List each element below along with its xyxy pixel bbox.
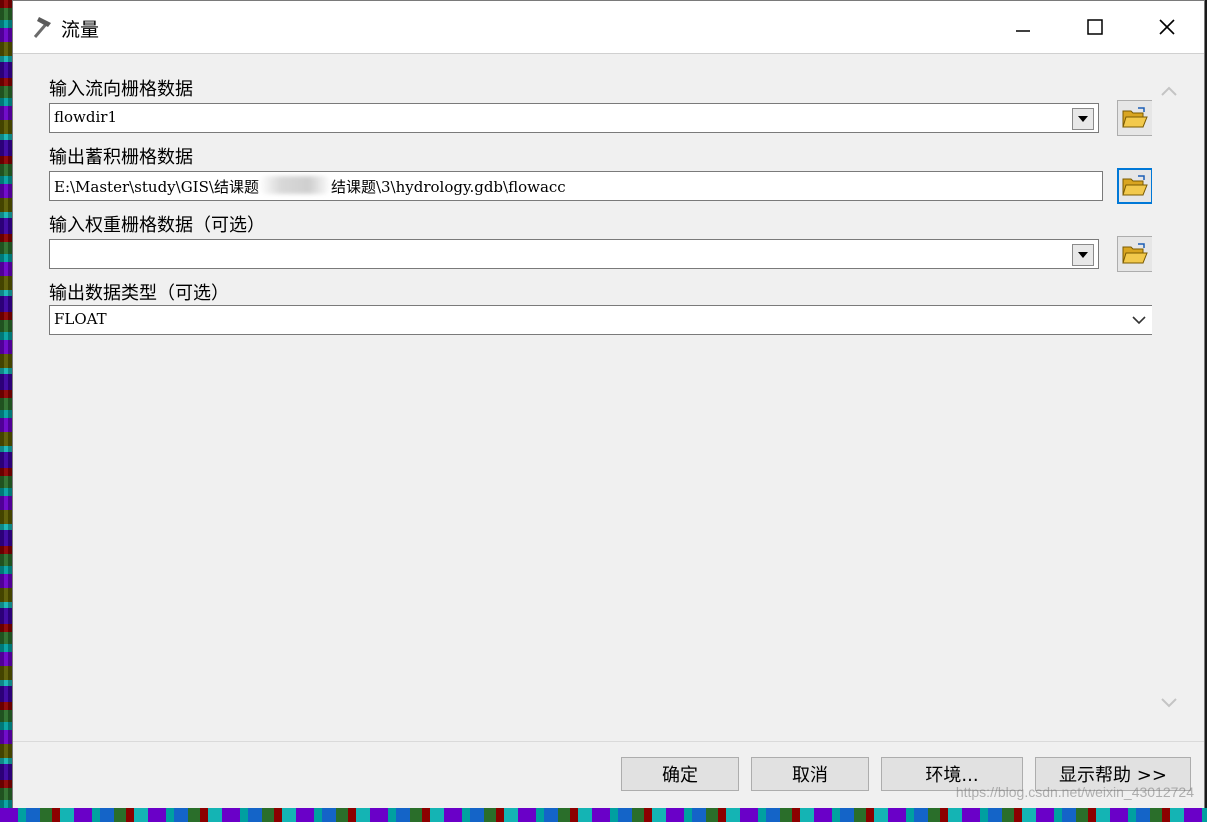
open-folder-icon bbox=[1122, 243, 1148, 264]
scroll-up-icon[interactable] bbox=[1159, 81, 1179, 101]
close-icon bbox=[1159, 19, 1175, 35]
redacted-segment bbox=[258, 176, 331, 194]
watermark-text: https://blog.csdn.net/weixin_43012724 bbox=[955, 784, 1194, 800]
open-folder-icon bbox=[1122, 107, 1148, 128]
browse-output-button[interactable] bbox=[1117, 168, 1153, 204]
dropdown-arrow-button[interactable] bbox=[1072, 244, 1094, 266]
output-path-suffix: 结课题\3\hydrology.gdb\flowacc bbox=[330, 178, 566, 196]
cancel-button[interactable]: 取消 bbox=[751, 757, 869, 791]
output-data-type-label: 输出数据类型（可选） bbox=[49, 283, 229, 304]
dialog-footer: 确定 取消 环境... 显示帮助 >> https://blog.csdn.ne… bbox=[13, 741, 1204, 808]
dropdown-arrow-button[interactable] bbox=[1072, 108, 1094, 130]
input-weight-combo[interactable] bbox=[49, 239, 1099, 269]
output-accumulation-label: 输出蓄积栅格数据 bbox=[49, 147, 193, 168]
browse-flowdir-button[interactable] bbox=[1117, 100, 1153, 136]
title-bar[interactable]: 流量 bbox=[13, 1, 1204, 54]
input-flowdir-value: flowdir1 bbox=[54, 108, 117, 126]
hammer-icon bbox=[27, 13, 55, 41]
ok-button[interactable]: 确定 bbox=[621, 757, 739, 791]
triangle-down-icon bbox=[1078, 116, 1088, 122]
browse-weight-button[interactable] bbox=[1117, 236, 1153, 272]
input-flowdir-label: 输入流向栅格数据 bbox=[49, 79, 193, 100]
output-accumulation-field[interactable]: E:\Master\study\GIS\结课题 结课题\3\hydrology.g… bbox=[49, 171, 1103, 201]
minimize-button[interactable] bbox=[987, 1, 1059, 53]
output-data-type-select[interactable]: FLOAT bbox=[49, 305, 1155, 335]
output-path-prefix: E:\Master\study\GIS\结课题 bbox=[54, 178, 259, 196]
tool-dialog-window: 流量 输入流向栅格数据 flowdir1 输出蓄积栅格数据 E:\Master\… bbox=[12, 0, 1205, 808]
input-flowdir-combo[interactable]: flowdir1 bbox=[49, 103, 1099, 133]
minimize-icon bbox=[1016, 30, 1030, 32]
desktop-bottom-artifact bbox=[0, 808, 1207, 822]
open-folder-icon bbox=[1122, 175, 1148, 196]
parameters-panel: 输入流向栅格数据 flowdir1 输出蓄积栅格数据 E:\Master\stu… bbox=[17, 57, 1186, 739]
maximize-button[interactable] bbox=[1059, 1, 1131, 53]
chevron-down-icon bbox=[1132, 316, 1146, 325]
close-button[interactable] bbox=[1131, 1, 1203, 53]
maximize-icon bbox=[1087, 19, 1103, 35]
scroll-down-icon[interactable] bbox=[1159, 693, 1179, 713]
vertical-scrollbar[interactable] bbox=[1152, 57, 1186, 739]
blur-mask bbox=[258, 176, 331, 194]
window-title: 流量 bbox=[61, 19, 100, 41]
output-data-type-value: FLOAT bbox=[54, 310, 107, 328]
triangle-down-icon bbox=[1078, 252, 1088, 258]
input-weight-label: 输入权重栅格数据（可选） bbox=[49, 215, 265, 236]
